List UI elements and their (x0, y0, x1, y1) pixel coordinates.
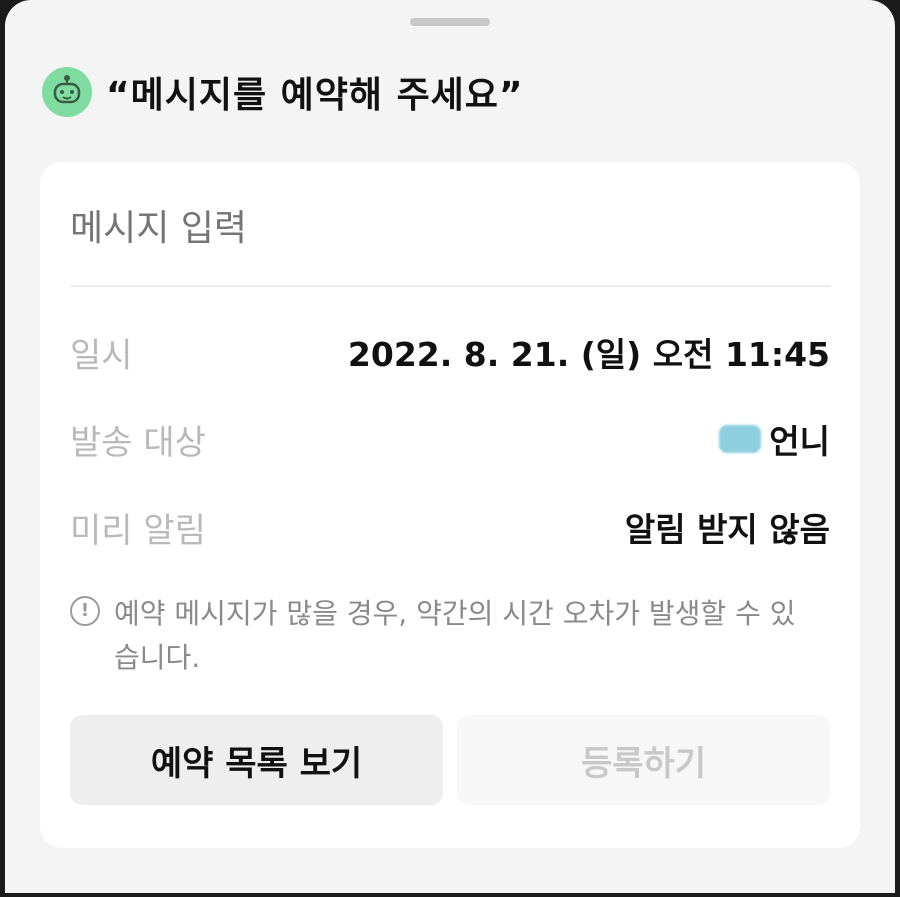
datetime-label: 일시 (70, 335, 133, 376)
datetime-row[interactable]: 일시 2022. 8. 21. (일) 오전 11:45 (70, 327, 830, 377)
drag-handle[interactable] (410, 18, 490, 26)
notice-text: 예약 메시지가 많을 경우, 약간의 시간 오차가 발생할 수 있습니다. (114, 597, 796, 674)
recipient-value-wrap[interactable]: 언니 (719, 415, 830, 463)
register-button[interactable]: 등록하기 (457, 715, 830, 805)
notice: ! 예약 메시지가 많을 경우, 약간의 시간 오차가 발생할 수 있습니다. (70, 592, 830, 680)
blurred-name-mask (719, 425, 762, 453)
reminder-value[interactable]: 알림 받지 않음 (625, 503, 830, 551)
datetime-value[interactable]: 2022. 8. 21. (일) 오전 11:45 (348, 328, 830, 376)
recipient-value: 언니 (769, 422, 830, 461)
info-circle-icon: ! (70, 596, 100, 626)
message-input[interactable] (70, 208, 830, 249)
bot-face-icon (42, 67, 92, 117)
reservation-card: 일시 2022. 8. 21. (일) 오전 11:45 발송 대상 언니 미리… (40, 162, 860, 848)
recipient-label: 발송 대상 (70, 422, 206, 463)
reminder-row[interactable]: 미리 알림 알림 받지 않음 (70, 502, 830, 552)
reservation-list-button[interactable]: 예약 목록 보기 (70, 715, 443, 805)
sheet-header: “메시지를 예약해 주세요” (42, 66, 524, 118)
divider (70, 285, 830, 287)
reminder-label: 미리 알림 (70, 510, 206, 551)
bottom-sheet: “메시지를 예약해 주세요” 일시 2022. 8. 21. (일) 오전 11… (5, 0, 895, 893)
sheet-title: “메시지를 예약해 주세요” (106, 75, 524, 116)
recipient-row[interactable]: 발송 대상 언니 (70, 414, 830, 464)
